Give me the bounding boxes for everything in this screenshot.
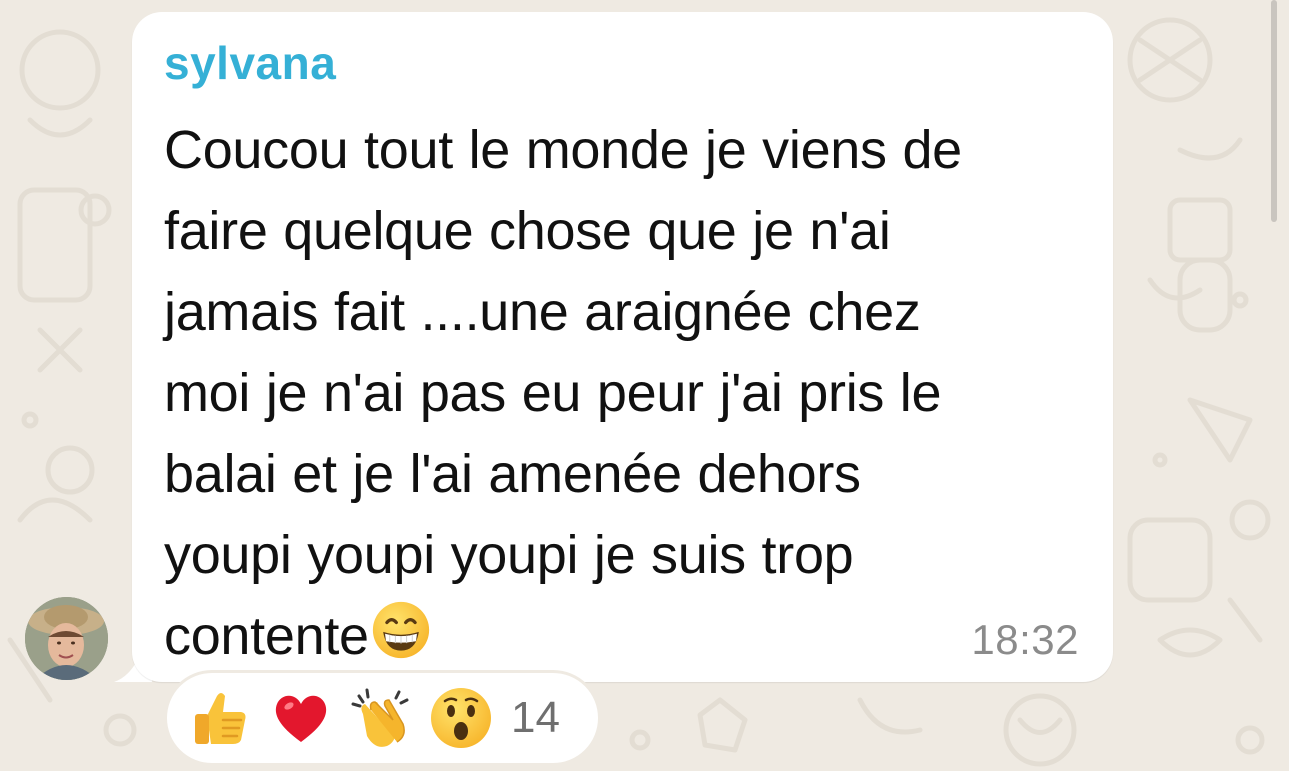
message-line-last: contente (164, 596, 1084, 677)
thumbs-up-icon (195, 693, 246, 744)
reaction-heart[interactable] (269, 686, 333, 750)
surprised-face-icon (431, 688, 491, 748)
reaction-clap[interactable] (349, 686, 413, 750)
message-line: Coucou tout le monde je viens de (164, 120, 962, 180)
reaction-surprised[interactable] (429, 686, 493, 750)
message-line: youpi youpi youpi je suis trop (164, 525, 854, 585)
message-text: Coucou tout le monde je viens de faire q… (164, 110, 1084, 677)
sender-avatar[interactable] (25, 597, 108, 680)
message-time: 18:32 (971, 616, 1079, 663)
message-line: balai et je l'ai amenée dehors (164, 444, 861, 504)
reaction-thumbs-up[interactable] (189, 686, 253, 750)
grinning-face-icon (372, 601, 429, 659)
message-line: jamais fait ....une araignée chez (164, 282, 921, 342)
clapping-hands-icon (351, 688, 409, 747)
message-bubble[interactable]: sylvana Coucou tout le monde je viens de… (132, 12, 1113, 682)
message-line: contente (164, 606, 369, 666)
scrollbar[interactable] (1271, 0, 1277, 222)
sender-name[interactable]: sylvana (164, 36, 336, 90)
red-heart-icon (275, 695, 327, 742)
message-line: moi je n'ai pas eu peur j'ai pris le (164, 363, 942, 423)
reaction-count: 14 (511, 693, 560, 742)
message-line: faire quelque chose que je n'ai (164, 201, 891, 261)
reactions-bar[interactable]: 14 (164, 670, 601, 766)
